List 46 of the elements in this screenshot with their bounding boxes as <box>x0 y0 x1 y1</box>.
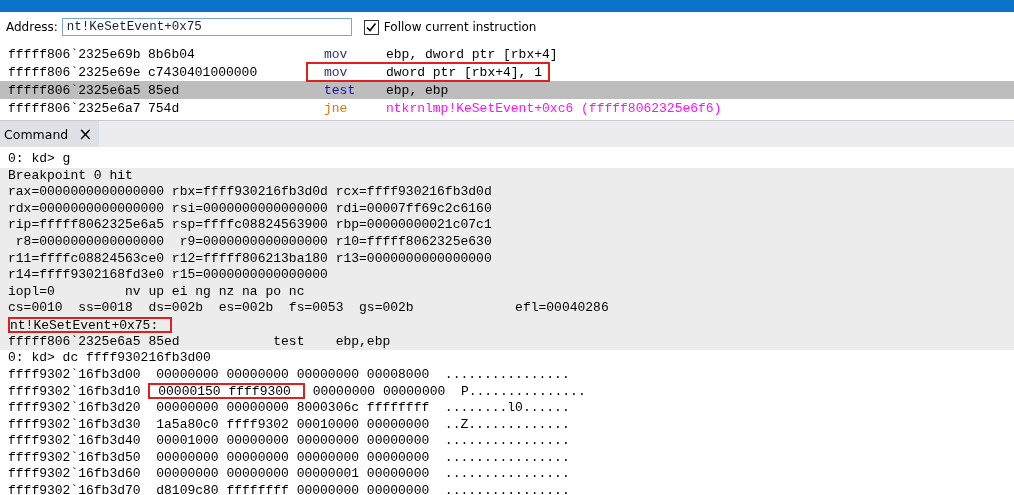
command-text: 00000000 00000000 P............... <box>311 384 586 401</box>
instruction-mnemonic: mov <box>324 46 349 62</box>
instruction-operands: ntkrnlmp!KeSetEvent+0xc6 (fffff8062325e6f6) <box>385 100 723 116</box>
follow-label: Follow current instruction <box>383 20 537 34</box>
command-text: 0: kd> g <box>8 151 71 167</box>
address-field[interactable]: nt!KeSetEvent+0x75 <box>61 18 352 36</box>
instruction-address: fffff806`2325e6a5 <box>8 82 142 98</box>
command-text: ffff9302`16fb3d00 00000000 00000000 00000000 00008000 ................ <box>8 366 570 383</box>
instruction-bytes: c7430401000000 <box>148 64 259 80</box>
command-tab[interactable]: Command × <box>0 121 99 147</box>
command-text: ffff9302`16fb3d20 00000000 00000000 8000306c ffffffff ........l0...... <box>8 399 570 416</box>
close-icon[interactable]: × <box>78 124 93 144</box>
command-text: ffff9302`16fb3d10 <box>8 384 142 401</box>
output-text: r11=ffffc08824563ce0 r12=fffff806213ba180 r13=0000000000000000 <box>8 250 492 267</box>
output-text: Breakpoint 0 hit <box>8 167 133 184</box>
instruction-mnemonic: jne <box>324 100 349 116</box>
output-text: cs=0010 ss=0018 ds=002b es=002b fs=0053 gs=002b efl=00040286 <box>8 300 609 317</box>
output-text: r8=0000000000000000 r9=0000000000000000 r10=fffff8062325e630 <box>14 233 492 250</box>
instruction-mnemonic: mov <box>324 64 349 80</box>
command-text: ffff9302`16fb3d60 00000000 00000000 00000001 00000000 ................ <box>8 466 570 483</box>
instruction-address: fffff806`2325e6a7 <box>8 100 142 116</box>
output-text: iopl=0 nv up ei ng nz na po nc <box>8 283 305 300</box>
instruction-mnemonic: test <box>324 82 357 98</box>
instruction-operands: ebp, ebp <box>385 82 450 98</box>
output-text: rax=0000000000000000 rbx=ffff930216fb3d0d rcx=ffff930216fb3d0d <box>8 184 492 201</box>
instruction-address: fffff806`2325e69e <box>8 64 142 80</box>
address-label: Address: <box>6 20 58 34</box>
follow-checkbox[interactable] <box>363 19 379 35</box>
command-text: 0: kd> dc ffff930216fb3d00 <box>8 350 211 367</box>
instruction-operands: ebp, dword ptr [rbx+4] <box>385 46 559 62</box>
current-instruction-row[interactable]: fffff806`2325e6a5 85ed test ebp, ebp <box>0 81 1014 99</box>
output-text: fffff806`2325e6a5 85ed test ebp,ebp <box>8 333 391 350</box>
command-text: 00000150 ffff9300 <box>148 383 305 400</box>
output-text: rip=fffff8062325e6a5 rsp=ffffc08824563900 rbp=00000000021c07c1 <box>8 217 492 234</box>
instruction-operands: dword ptr [rbx+4], 1 <box>385 64 544 80</box>
output-text: rdx=0000000000000000 rsi=0000000000000000 rdi=00007ff69c2c6160 <box>8 200 492 217</box>
instruction-bytes: 8b6b04 <box>148 46 196 62</box>
command-text: ffff9302`16fb3d50 00000000 00000000 00000000 00000000 ................ <box>8 449 570 466</box>
command-text: ffff9302`16fb3d70 d8109c80 ffffffff 00000000 00000000 ................ <box>8 482 570 495</box>
output-text: r14=ffff9302168fd3e0 r15=0000000000000000 <box>8 267 328 284</box>
output-text: nt!KeSetEvent+0x75: <box>8 316 173 333</box>
instruction-address: fffff806`2325e69b <box>8 46 142 62</box>
instruction-bytes: 85ed <box>148 82 181 98</box>
command-text: ffff9302`16fb3d30 1a5a80c0 ffff9302 00010000 00000000 ..Z............. <box>8 416 570 433</box>
instruction-bytes: 754d <box>148 100 181 116</box>
command-text: ffff9302`16fb3d40 00001000 00000000 00000000 00000000 ................ <box>8 433 570 450</box>
